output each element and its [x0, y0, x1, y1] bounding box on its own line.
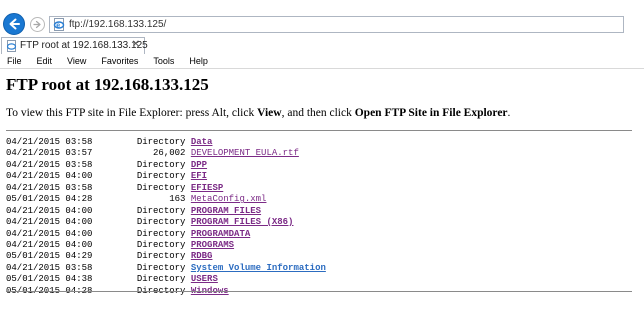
row-date: 05/01/2015 [6, 274, 61, 285]
tab-page-icon [6, 40, 17, 52]
row-time: 04:29 [65, 251, 93, 262]
instruction-open-ftp: Open FTP Site in File Explorer [354, 107, 508, 119]
tab-bar: FTP root at 192.168.133.125 ✕ [0, 37, 644, 55]
address-bar[interactable]: e ftp://192.168.133.125/ [49, 16, 624, 33]
back-button[interactable] [3, 13, 25, 35]
row-time: 04:00 [65, 228, 93, 239]
menu-favorites[interactable]: Favorites [101, 54, 138, 68]
listing-link[interactable]: RDBG [191, 251, 213, 261]
listing-row: 04/21/2015 03:58 Directory EFIESP [6, 183, 326, 194]
listing-row: 05/01/2015 04:28 163 MetaConfig.xml [6, 194, 326, 205]
svg-text:e: e [56, 22, 60, 29]
listing-link[interactable]: USERS [191, 274, 218, 284]
listing-row: 04/21/2015 04:00 Directory EFI [6, 171, 326, 182]
listing-link[interactable]: DEVELOPMENT EULA.rtf [191, 148, 299, 158]
row-time: 03:58 [65, 182, 93, 193]
row-type: Directory [136, 159, 186, 170]
row-date: 04/21/2015 [6, 171, 61, 182]
row-date: 04/21/2015 [6, 228, 61, 239]
directory-listing: 04/21/2015 03:58 Directory Data 04/21/2015… [6, 137, 326, 297]
forward-button[interactable] [30, 17, 45, 32]
row-date: 04/21/2015 [6, 159, 61, 170]
listing-link[interactable]: EFIESP [191, 183, 223, 193]
row-date: 04/21/2015 [6, 217, 61, 228]
row-time: 03:58 [65, 159, 93, 170]
row-date: 05/01/2015 [6, 194, 61, 205]
listing-link[interactable]: PROGRAM FILES (X86) [191, 217, 294, 227]
tab-ftp-root[interactable]: FTP root at 192.168.133.125 ✕ [1, 37, 148, 54]
row-type: Directory [136, 205, 186, 216]
row-type: Directory [136, 239, 186, 250]
row-date: 04/21/2015 [6, 205, 61, 216]
listing-row: 05/01/2015 04:29 Directory RDBG [6, 251, 326, 262]
tab-close-icon[interactable]: ✕ [132, 39, 140, 50]
row-time: 04:00 [65, 171, 93, 182]
row-type: Directory [136, 171, 186, 182]
back-arrow-icon [9, 18, 20, 30]
row-type: Directory [136, 228, 186, 239]
row-size: 26,002 [153, 148, 186, 159]
row-time: 04:00 [65, 217, 93, 228]
divider-bottom [6, 291, 632, 292]
listing-row: 04/21/2015 03:58 Directory DPP [6, 160, 326, 171]
menu-edit[interactable]: Edit [37, 54, 53, 68]
listing-link[interactable]: EFI [191, 171, 207, 181]
listing-link[interactable]: PROGRAMDATA [191, 229, 250, 239]
menu-help[interactable]: Help [189, 54, 208, 68]
row-date: 05/01/2015 [6, 251, 61, 262]
row-date: 04/21/2015 [6, 262, 61, 273]
listing-row: 04/21/2015 04:00 Directory PROGRAM FILES … [6, 217, 326, 228]
instruction-text: To view this FTP site in File Explorer: … [6, 107, 510, 119]
listing-row: 04/21/2015 04:00 Directory PROGRAMS [6, 240, 326, 251]
row-date: 04/21/2015 [6, 137, 61, 147]
row-time: 04:28 [65, 194, 93, 205]
address-toolbar: e ftp://192.168.133.125/ [0, 0, 644, 37]
listing-row: 04/21/2015 04:00 Directory PROGRAMDATA [6, 229, 326, 240]
row-type: Directory [136, 274, 186, 285]
row-time: 04:38 [65, 274, 93, 285]
row-date: 04/21/2015 [6, 239, 61, 250]
ie-page-icon: e [53, 18, 65, 31]
listing-row: 04/21/2015 04:00 Directory PROGRAM FILES [6, 206, 326, 217]
listing-link[interactable]: PROGRAMS [191, 240, 234, 250]
listing-link[interactable]: System Volume Information [191, 263, 326, 273]
listing-link[interactable]: PROGRAM FILES [191, 206, 261, 216]
menu-tools[interactable]: Tools [153, 54, 174, 68]
row-type: Directory [136, 262, 186, 273]
row-time: 03:57 [65, 148, 93, 159]
row-date: 04/21/2015 [6, 148, 61, 159]
page-title: FTP root at 192.168.133.125 [6, 75, 209, 94]
listing-row: 04/21/2015 03:58 Directory Data [6, 137, 326, 148]
tab-title: FTP root at 192.168.133.125 [20, 40, 148, 51]
address-text: ftp://192.168.133.125/ [69, 19, 167, 30]
row-type: Directory [136, 182, 186, 193]
instruction-part: To view this FTP site in File Explorer: … [6, 107, 258, 119]
menu-view[interactable]: View [67, 54, 86, 68]
forward-arrow-icon [33, 20, 41, 29]
instruction-part: , and then click [281, 107, 355, 119]
row-time: 03:58 [65, 262, 93, 273]
divider-top [6, 130, 632, 131]
menu-file[interactable]: File [7, 54, 22, 68]
instruction-part: . [507, 107, 511, 119]
row-time: 04:00 [65, 205, 93, 216]
row-type: Directory [136, 251, 186, 262]
instruction-view: View [257, 107, 282, 119]
row-date: 04/21/2015 [6, 182, 61, 193]
row-size: 163 [169, 194, 186, 205]
row-time: 03:58 [65, 137, 93, 147]
row-time: 04:00 [65, 239, 93, 250]
row-type: Directory [136, 137, 186, 147]
page-content: FTP root at 192.168.133.125 To view this… [0, 69, 644, 327]
row-type: Directory [136, 217, 186, 228]
listing-row: 04/21/2015 03:58 Directory System Volume … [6, 263, 326, 274]
listing-row: 04/21/2015 03:57 26,002 DEVELOPMENT EULA.… [6, 148, 326, 159]
listing-row: 05/01/2015 04:38 Directory USERS [6, 274, 326, 285]
listing-link[interactable]: DPP [191, 160, 207, 170]
listing-link[interactable]: Data [191, 137, 213, 147]
menu-bar: File Edit View Favorites Tools Help [0, 54, 644, 69]
listing-link[interactable]: MetaConfig.xml [191, 194, 267, 204]
